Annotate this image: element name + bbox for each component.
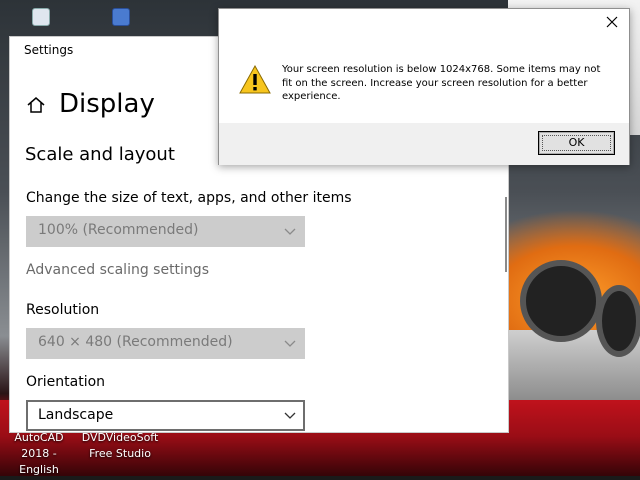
- orientation-dropdown[interactable]: Landscape: [26, 400, 305, 431]
- scale-dropdown-value: 100% (Recommended): [38, 222, 199, 238]
- desktop-icon-dvdvideosoft[interactable]: DVDVideoSoft Free Studio: [80, 430, 160, 462]
- desktop-shortcut-icon[interactable]: [112, 8, 130, 26]
- desktop-icon-label-line2: 2018 - English: [19, 447, 59, 476]
- settings-window-title: Settings: [24, 43, 74, 57]
- settings-scrollbar[interactable]: [505, 197, 507, 272]
- ok-button[interactable]: OK: [538, 131, 615, 155]
- advanced-scaling-link[interactable]: Advanced scaling settings: [26, 262, 209, 278]
- wallpaper-car-wheel: [520, 260, 602, 342]
- resolution-dropdown-value: 640 × 480 (Recommended): [38, 334, 233, 350]
- resolution-warning-dialog: Your screen resolution is below 1024x768…: [218, 8, 630, 165]
- wallpaper-car-wheel-2: [596, 285, 640, 357]
- home-icon[interactable]: [26, 95, 46, 115]
- taskbar-edge: [0, 476, 640, 480]
- scale-label: Change the size of text, apps, and other…: [26, 190, 352, 206]
- scale-dropdown[interactable]: 100% (Recommended): [26, 216, 305, 247]
- dialog-footer: OK: [219, 123, 629, 165]
- recycle-bin-icon[interactable]: [32, 8, 50, 26]
- resolution-label: Resolution: [26, 302, 100, 318]
- ok-button-focus-ring: [542, 135, 611, 151]
- chevron-down-icon: [284, 340, 296, 347]
- resolution-dropdown[interactable]: 640 × 480 (Recommended): [26, 328, 305, 359]
- desktop-icon-label-line2: Free Studio: [89, 447, 151, 460]
- dialog-message: Your screen resolution is below 1024x768…: [282, 64, 601, 102]
- page-title: Display: [59, 89, 155, 119]
- orientation-label: Orientation: [26, 374, 106, 390]
- warning-icon: [239, 65, 271, 94]
- chevron-down-icon: [284, 228, 296, 235]
- desktop-icon-autocad[interactable]: AutoCAD 2018 - English: [0, 430, 78, 478]
- close-icon[interactable]: [605, 15, 619, 29]
- chevron-down-icon: [284, 412, 296, 419]
- section-title: Scale and layout: [25, 144, 175, 165]
- orientation-dropdown-value: Landscape: [38, 407, 114, 423]
